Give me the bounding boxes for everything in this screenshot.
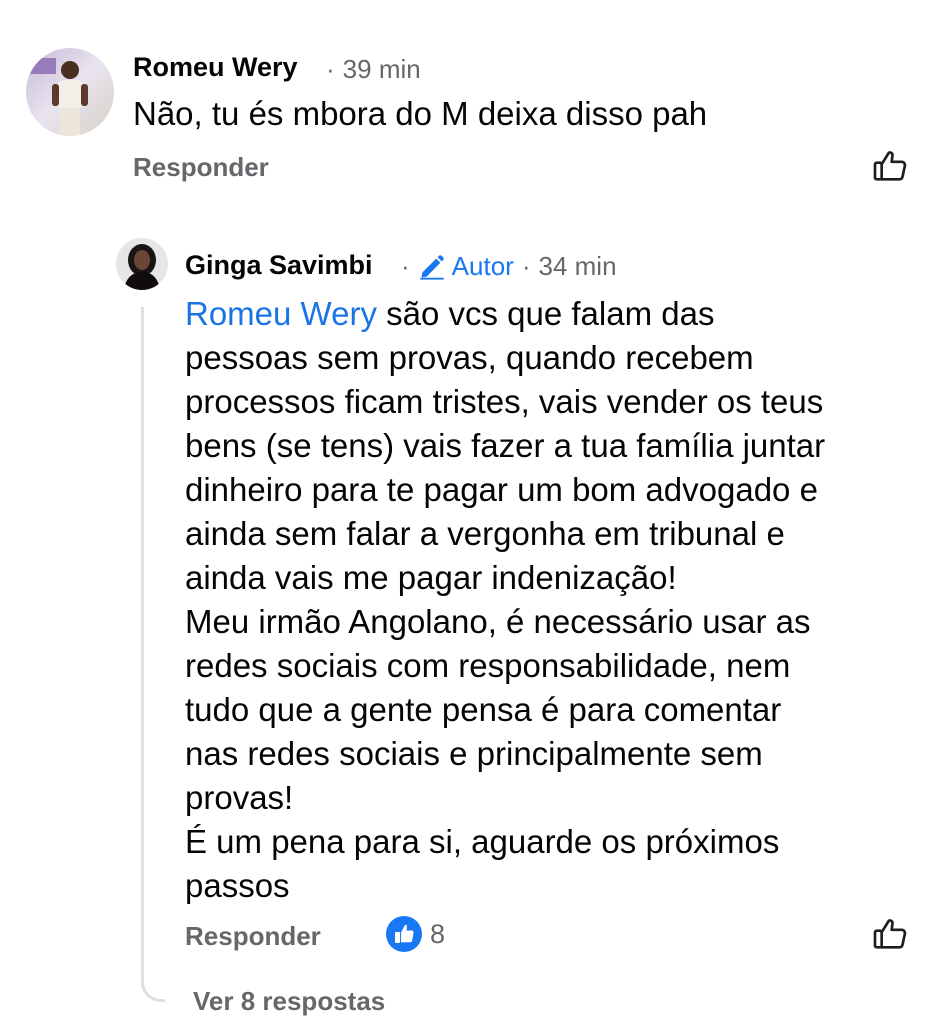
reply-text-line: tudo que a gente pensa é para comentar	[185, 691, 782, 728]
separator-dot: ·	[401, 251, 410, 281]
reply-text-line: redes sociais com responsabilidade, nem	[185, 647, 791, 684]
thumbs-up-icon[interactable]	[870, 914, 910, 954]
reply-text-line: dinheiro para te pagar um bom advogado e	[185, 471, 818, 508]
like-reaction-icon	[386, 916, 422, 952]
reply-text-line: Romeu Wery são vcs que falam das	[185, 295, 715, 332]
reply-text-line: ainda vais me pagar indenização!	[185, 559, 677, 596]
author-badge-label: Autor	[451, 251, 514, 281]
reply-text: Romeu Wery são vcs que falam das pessoas…	[185, 292, 925, 908]
reply-text-line: processos ficam tristes, vais vender os …	[185, 383, 824, 420]
reply-reply-button[interactable]: Responder	[185, 921, 321, 952]
thread-connector-line	[141, 307, 165, 1002]
reply-text-line: Meu irmão Angolano, é necessário usar as	[185, 603, 811, 640]
separator-dot: ·	[326, 54, 335, 84]
pencil-icon	[420, 254, 444, 280]
thumbs-up-icon[interactable]	[870, 146, 910, 186]
reply-time: 34 min	[538, 251, 617, 281]
reply-author-name[interactable]: Ginga Savimbi	[185, 250, 373, 281]
avatar-ginga-savimbi[interactable]	[116, 238, 168, 290]
like-count: 8	[430, 918, 446, 949]
reply-text-line: É um pena para si, aguarde os próximos	[185, 823, 780, 860]
comment-text: Não, tu és mbora do M deixa disso pah	[133, 95, 708, 132]
reply-text-line: nas redes sociais e principalmente sem	[185, 735, 763, 772]
mention-link[interactable]: Romeu Wery	[185, 295, 377, 332]
comment-time: 39 min	[342, 54, 421, 84]
avatar-romeu-wery[interactable]	[26, 48, 114, 136]
view-replies-link[interactable]: Ver 8 respostas	[193, 986, 385, 1017]
reply-text-line: ainda sem falar a vergonha em tribunal e	[185, 515, 785, 552]
comment-author-name[interactable]: Romeu Wery	[133, 52, 298, 83]
reply-text-line: provas!	[185, 779, 294, 816]
reply-text-line: passos	[185, 867, 290, 904]
reply-text-line: bens (se tens) vais fazer a tua família …	[185, 427, 826, 464]
reaction-summary[interactable]: 8	[386, 916, 445, 952]
author-badge: Autor	[418, 251, 514, 282]
comment-meta: · 39 min	[318, 54, 421, 85]
separator-dot: ·	[521, 251, 531, 281]
reply-button[interactable]: Responder	[133, 152, 269, 183]
reply-text-line: pessoas sem provas, quando recebem	[185, 339, 754, 376]
reply-meta: · Autor · 34 min	[393, 251, 617, 282]
